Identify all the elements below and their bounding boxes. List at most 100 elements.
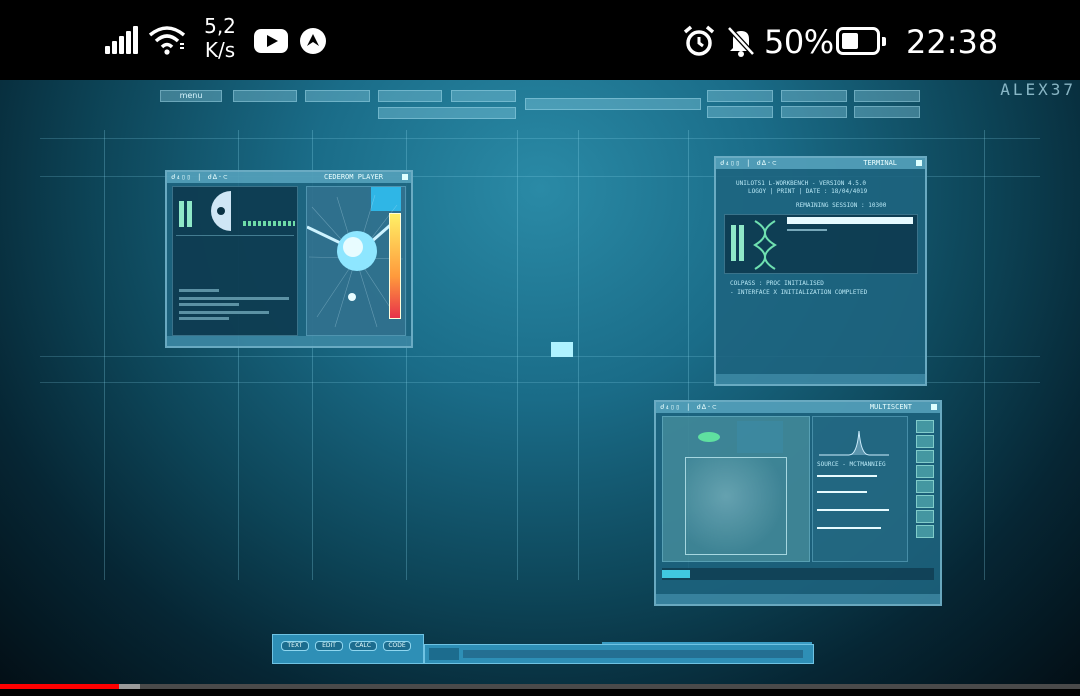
terminal-line: UNILOTS1 L-WORKBENCH - VERSION 4.5.0 [736,180,867,187]
top-menu-item[interactable] [781,90,847,102]
spectrum-panel: SOURCE - MCTMANNIEG [812,416,908,562]
signal-icon [105,26,141,54]
top-menu-item[interactable] [305,90,370,102]
top-menu-item[interactable] [378,107,516,119]
tab-strip [662,568,934,580]
battery-percent: 50% [764,23,834,61]
top-menu-item[interactable] [854,90,920,102]
alarm-icon [682,24,716,58]
window-title: MULTISCENT [869,403,912,411]
navigation-icon [300,28,326,54]
grid-line [517,130,518,580]
terminal-line: LOGOY | PRINT | DATE : 18/04/4019 [748,188,868,195]
track-line [179,289,219,292]
edit-button[interactable]: EDIT [315,641,343,651]
close-icon[interactable] [916,160,922,166]
window-tabs: ძ₄▯▯ | ძ∆·⊂ [720,159,778,167]
window-footer [167,336,411,346]
network-speed-unit: K/s [204,38,236,62]
visualizer-panel [306,186,406,336]
scan-thumb [737,421,783,453]
grid-line [40,138,1040,139]
code-button[interactable]: CODE [383,641,411,651]
level-bar [187,201,192,227]
terminal-input[interactable] [787,217,913,224]
mute-icon [726,24,756,58]
cd-disc-icon [211,191,231,231]
window-footer [716,374,925,384]
network-speed-value: 5,2 [204,14,236,38]
dna-icon [753,220,777,270]
window-titlebar[interactable]: ძ₄▯▯ | ძ∆·⊂ CEDEROM PLAYER [167,172,411,183]
window-titlebar[interactable]: ძ₄▯▯ | ძ∆·⊂ MULTISCENT [656,402,940,413]
level-bar [731,225,736,261]
close-icon[interactable] [931,404,937,410]
network-speed: 5,2 K/s [198,14,242,62]
grid-line [578,130,579,580]
grid-line [104,130,105,580]
terminal-window[interactable]: ძ₄▯▯ | ძ∆·⊂ TERMINAL UNILOTS1 L-WORKBENC… [714,156,927,386]
divider [176,235,294,236]
window-title: TERMINAL [863,159,897,167]
track-line [179,317,229,320]
brand-logo: ALEX37 [1000,80,1076,99]
top-menu-item[interactable] [525,98,701,110]
spectrum-line [817,491,867,493]
window-tabs: ძ₄▯▯ | ძ∆·⊂ [171,173,229,181]
progress-played [0,684,119,689]
top-menu-item[interactable] [707,106,773,118]
track-panel [172,186,298,336]
terminal-inner-panel [724,214,918,274]
window-title: CEDEROM PLAYER [323,173,383,181]
window-footer [656,594,940,604]
track-line [179,297,289,300]
video-progress-bar[interactable] [0,684,1080,696]
top-menu-item[interactable] [378,90,442,102]
progress-track [0,684,1080,689]
multiscent-window[interactable]: ძ₄▯▯ | ძ∆·⊂ MULTISCENT SOURCE - MCTMANNI… [654,400,942,606]
terminal-text [787,229,827,231]
status-bar: 5,2 K/s 50% 22:38 [0,0,1080,80]
terminal-line: REMAINING SESSION : 10300 [796,202,887,209]
level-meter [389,213,401,319]
spectrum-line [817,475,877,477]
wifi-icon [148,24,188,56]
terminal-line: COLPASS : PROC INITIALISED [730,280,824,287]
top-menu-item[interactable] [451,90,516,102]
tab-active[interactable] [662,570,690,578]
close-icon[interactable] [402,174,408,180]
scan-panel [662,416,810,562]
desktop-marker [551,342,573,357]
level-bar [739,225,744,261]
track-line [179,303,239,306]
spectrum-label: SOURCE - MCTMANNIEG [817,461,886,468]
spectrum-line [817,509,889,511]
channel-column [916,420,934,554]
top-menu-item[interactable] [854,106,920,118]
volume-meter [243,221,295,226]
spectrum-line [817,527,881,529]
command-bar[interactable] [424,644,814,664]
window-titlebar[interactable]: ძ₄▯▯ | ძ∆·⊂ TERMINAL [716,158,925,169]
command-prompt [429,648,459,660]
calc-button[interactable]: CALC [349,641,377,651]
cd-player-window[interactable]: ძ₄▯▯ | ძ∆·⊂ CEDEROM PLAYER [165,170,413,348]
window-tabs: ძ₄▯▯ | ძ∆·⊂ [660,403,718,411]
battery-icon [836,27,886,55]
scan-frame [685,457,787,555]
menu-button[interactable]: menu [160,90,222,102]
video-player[interactable]: ALEX37 menu ძ₄▯▯ | ძ∆·⊂ CEDEROM PLAYER ძ… [0,80,1080,684]
top-menu-item[interactable] [233,90,297,102]
grid-line [984,130,985,580]
clock: 22:38 [906,23,999,61]
top-menu-item[interactable] [781,106,847,118]
app-taskbar: TEXT EDIT CALC CODE [272,634,424,664]
spectrum-graph [819,430,889,456]
level-bar [179,201,184,227]
terminal-line: - INTERFACE X INITIALIZATION COMPLETED [730,289,868,296]
youtube-icon [254,29,288,53]
text-button[interactable]: TEXT [281,641,309,651]
eye-icon [698,432,720,442]
command-input[interactable] [463,650,803,658]
top-menu-item[interactable] [707,90,773,102]
